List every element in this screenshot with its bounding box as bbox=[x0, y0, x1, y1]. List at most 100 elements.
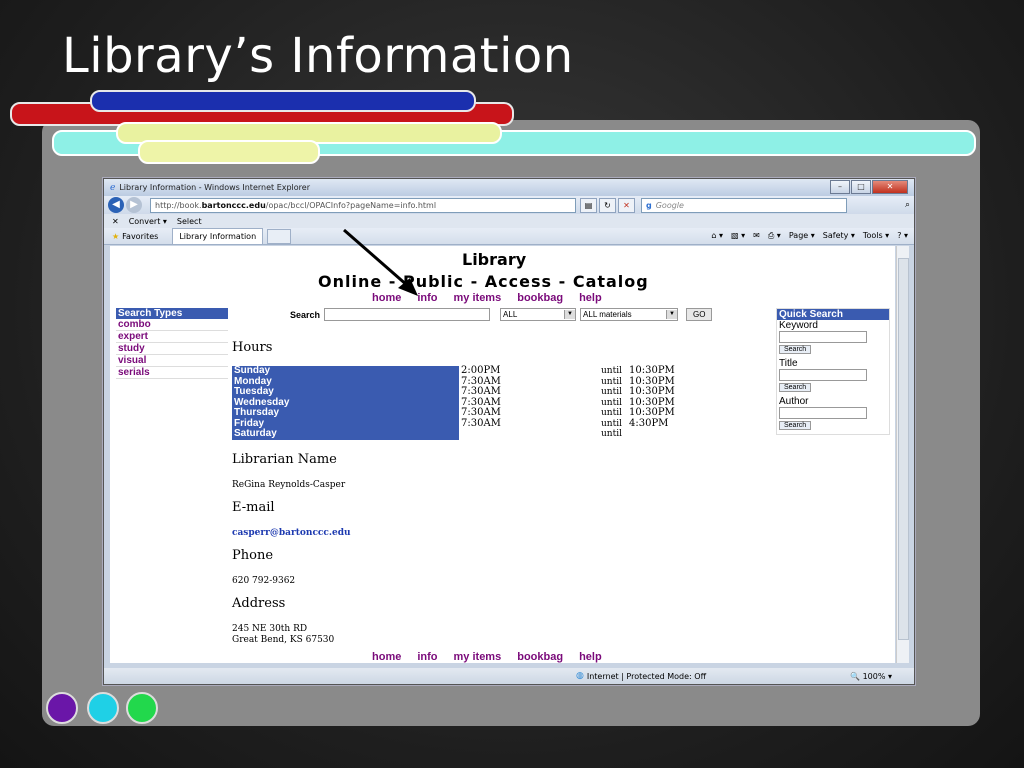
convert-button[interactable]: Convert ▾ bbox=[129, 217, 167, 226]
quick-search-panel: Quick Search Keyword Search Title Search… bbox=[776, 308, 890, 435]
bottom-nav: home info my items bookbag help bbox=[372, 651, 602, 663]
search-icon[interactable]: ⌕ bbox=[905, 200, 910, 210]
close-window-button[interactable]: ✕ bbox=[872, 180, 908, 194]
keyword-input[interactable] bbox=[779, 331, 867, 343]
safety-menu[interactable]: Safety ▾ bbox=[823, 231, 855, 241]
tab-library-information[interactable]: Library Information bbox=[172, 228, 264, 244]
address-heading: Address bbox=[232, 596, 286, 611]
compat-view-icon[interactable]: ▤ bbox=[580, 197, 597, 213]
address-line-2: Great Bend, KS 67530 bbox=[232, 635, 335, 645]
print-icon[interactable]: ⎙ ▾ bbox=[768, 231, 781, 241]
decor-dot-green bbox=[126, 692, 158, 724]
window-controls: – □ ✕ bbox=[829, 180, 908, 194]
web-search-input[interactable]: g Google bbox=[641, 197, 847, 213]
keyword-search-button[interactable]: Search bbox=[779, 345, 812, 354]
globe-icon: ◍ bbox=[576, 671, 584, 681]
decor-bar-yellow-small bbox=[138, 140, 320, 164]
decor-dot-cyan bbox=[87, 692, 119, 724]
quick-search-header: Quick Search bbox=[777, 309, 889, 320]
search-types-header: Search Types bbox=[116, 308, 228, 319]
phone-heading: Phone bbox=[232, 548, 274, 563]
nav-help[interactable]: help bbox=[579, 292, 602, 304]
materials-select[interactable]: ALL materials ▼ bbox=[580, 308, 679, 321]
back-button[interactable]: ◀ bbox=[108, 197, 124, 213]
pointer-arrow bbox=[343, 228, 418, 296]
catalog-search-input[interactable] bbox=[324, 308, 491, 321]
table-row: Thursday 7:30AM until 10:30PM bbox=[232, 407, 675, 419]
home-icon[interactable]: ⌂ ▾ bbox=[711, 231, 723, 241]
google-icon: g bbox=[646, 200, 652, 210]
nav-my-items[interactable]: my items bbox=[454, 292, 502, 304]
minimize-button[interactable]: – bbox=[830, 180, 850, 194]
maximize-button[interactable]: □ bbox=[851, 180, 871, 194]
address-bar[interactable]: http://book. bartonccc.edu/opac/bccl/OPAC… bbox=[150, 197, 576, 213]
search-label: Search bbox=[290, 309, 321, 320]
table-row: Saturday until bbox=[232, 428, 622, 440]
keyword-label: Keyword bbox=[779, 320, 818, 331]
favorites-button[interactable]: Favorites bbox=[122, 232, 158, 241]
close-toolbar-icon[interactable]: ✕ bbox=[112, 217, 119, 226]
title-input[interactable] bbox=[779, 369, 867, 381]
mail-icon[interactable]: ✉ bbox=[753, 231, 760, 241]
nav-help[interactable]: help bbox=[579, 651, 602, 663]
status-bar: ◍ Internet | Protected Mode: Off 🔍 100% ▾ bbox=[104, 668, 914, 684]
security-zone[interactable]: ◍ Internet | Protected Mode: Off bbox=[576, 671, 706, 681]
chevron-down-icon: ▼ bbox=[666, 310, 678, 319]
search-type-combo[interactable]: combo bbox=[116, 319, 228, 331]
nav-info[interactable]: info bbox=[417, 292, 437, 304]
table-row: Friday 7:30AM until 4:30PM bbox=[232, 417, 669, 429]
catalog-search-bar: Search ALL ▼ ALL materials ▼ GO bbox=[290, 308, 713, 321]
nav-home[interactable]: home bbox=[372, 651, 401, 663]
table-row: Tuesday 7:30AM until 10:30PM bbox=[232, 386, 675, 398]
decor-dot-purple bbox=[46, 692, 78, 724]
help-icon[interactable]: ? ▾ bbox=[897, 231, 908, 241]
address-row: ◀ ▶ http://book. bartonccc.edu/opac/bccl/… bbox=[104, 196, 914, 214]
author-search-button[interactable]: Search bbox=[779, 421, 812, 430]
decor-bar-blue bbox=[90, 90, 476, 112]
nav-my-items[interactable]: my items bbox=[454, 651, 502, 663]
author-input[interactable] bbox=[779, 407, 867, 419]
phone-number: 620 792-9362 bbox=[232, 576, 296, 586]
hours-table: Sunday 2:00PM until 10:30PM Monday 7:30AM unt… bbox=[232, 365, 709, 440]
window-title: Library Information - Windows Internet E… bbox=[119, 183, 310, 192]
ie-icon: ℯ bbox=[110, 182, 116, 193]
nav-info[interactable]: info bbox=[417, 651, 437, 663]
search-type-study[interactable]: study bbox=[116, 343, 228, 355]
title-search-button[interactable]: Search bbox=[779, 383, 812, 392]
nav-bookbag[interactable]: bookbag bbox=[517, 651, 563, 663]
refresh-icon[interactable]: ↻ bbox=[599, 197, 616, 213]
search-types-panel: Search Types combo expert study visual s… bbox=[116, 308, 228, 379]
favorites-star-icon: ★ bbox=[112, 231, 120, 241]
zoom-level[interactable]: 🔍 100% ▾ bbox=[850, 672, 892, 681]
title-label: Title bbox=[779, 358, 798, 369]
address-line-1: 245 NE 30th RD bbox=[232, 624, 308, 634]
browser-window: ℯ Library Information - Windows Internet… bbox=[103, 178, 915, 685]
scrollbar-thumb[interactable] bbox=[898, 258, 909, 640]
new-tab-button[interactable] bbox=[267, 228, 292, 244]
librarian-heading: Librarian Name bbox=[232, 452, 337, 467]
search-type-serials[interactable]: serials bbox=[116, 367, 228, 379]
slide-title: Library’s Information bbox=[62, 28, 574, 84]
search-type-visual[interactable]: visual bbox=[116, 355, 228, 367]
vertical-scrollbar[interactable] bbox=[896, 246, 909, 663]
table-row: Sunday 2:00PM until 10:30PM bbox=[232, 365, 675, 377]
chevron-down-icon: ▼ bbox=[564, 310, 576, 319]
email-heading: E-mail bbox=[232, 500, 275, 515]
forward-button[interactable]: ▶ bbox=[126, 197, 142, 213]
favorites-row: ★ Favorites Library Information ⌂ ▾ ▧ ▾ … bbox=[104, 228, 914, 245]
feeds-icon[interactable]: ▧ ▾ bbox=[731, 231, 745, 241]
scope-select[interactable]: ALL ▼ bbox=[500, 308, 577, 321]
page-menu[interactable]: Page ▾ bbox=[789, 231, 815, 241]
nav-bookbag[interactable]: bookbag bbox=[517, 292, 563, 304]
web-page: Library Online - Public - Access - Catal… bbox=[110, 246, 895, 663]
search-type-expert[interactable]: expert bbox=[116, 331, 228, 343]
go-button[interactable]: GO bbox=[686, 308, 713, 321]
email-link[interactable]: casperr@bartonccc.edu bbox=[232, 528, 351, 538]
stop-icon[interactable]: ✕ bbox=[618, 197, 635, 213]
tools-menu[interactable]: Tools ▾ bbox=[863, 231, 889, 241]
librarian-name: ReGina Reynolds-Casper bbox=[232, 480, 346, 490]
catalog-title: Library bbox=[462, 250, 527, 269]
window-titlebar: ℯ Library Information - Windows Internet… bbox=[104, 179, 914, 196]
select-button[interactable]: Select bbox=[177, 217, 202, 226]
hours-heading: Hours bbox=[232, 340, 273, 355]
